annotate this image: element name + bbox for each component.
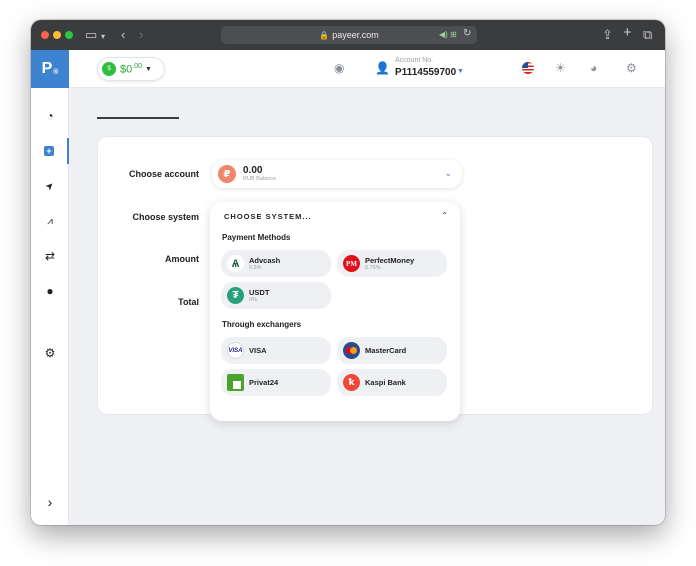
close-window-button[interactable] bbox=[41, 31, 49, 39]
mastercard-icon bbox=[343, 342, 360, 359]
sidebar-item-settings[interactable]: ⚙ bbox=[31, 340, 69, 366]
deposit-icon: + bbox=[44, 146, 54, 156]
choose-system-select[interactable]: CHOOSE SYSTEM... bbox=[224, 212, 312, 221]
app-header: $ $0.00 ▼ ◉ 👤 Account No. P1114559700 ▼ … bbox=[69, 50, 665, 88]
chevron-down-icon: ▼ bbox=[144, 65, 152, 73]
chevron-up-icon[interactable]: ⌃ bbox=[441, 211, 448, 220]
advcash-icon: Ѧ bbox=[227, 255, 244, 272]
user-icon: 👤 bbox=[375, 61, 390, 75]
settings-gears-icon: ⚙ bbox=[44, 346, 56, 360]
option-fee: 0.5% bbox=[249, 265, 262, 271]
account-selector[interactable]: 👤 Account No. P1114559700 ▼ bbox=[375, 55, 465, 83]
privat24-icon bbox=[227, 374, 244, 391]
history-icon: ● bbox=[46, 284, 54, 298]
currency-dot-icon: $ bbox=[102, 62, 116, 76]
option-privat24[interactable]: Privat24 bbox=[221, 369, 331, 396]
option-name: VISA bbox=[249, 346, 267, 355]
visa-icon: VISA bbox=[227, 342, 244, 359]
account-dropdown[interactable]: ₽ 0.00 RUB Balance ⌄ bbox=[212, 160, 462, 188]
amount-label: Amount bbox=[165, 254, 199, 264]
perfectmoney-icon: PM bbox=[343, 255, 360, 272]
expand-icon: › bbox=[47, 494, 53, 510]
tab-overview-icon[interactable]: ⧉ bbox=[643, 27, 652, 43]
sidebar-menu-chevron-icon[interactable]: ▾ bbox=[101, 29, 105, 45]
choose-system-label: Choose system bbox=[132, 212, 199, 222]
sidebar-item-deposit[interactable]: + bbox=[31, 138, 69, 164]
sidebar-item-dashboard[interactable]: ◔ bbox=[31, 103, 69, 129]
new-tab-icon[interactable]: + bbox=[623, 25, 632, 41]
browser-titlebar: ▭ ▾ ‹ › 🔒 payeer.com ◀) ⊞ ↻ ⇪ + ⧉ bbox=[31, 20, 665, 50]
gauge-icon: ◔ bbox=[46, 109, 54, 123]
account-label: Account No. bbox=[395, 57, 434, 64]
exchange-icon: ⇄ bbox=[44, 249, 56, 263]
sidebar-item-trading[interactable]: ⩘ bbox=[31, 208, 69, 234]
forward-icon[interactable]: › bbox=[139, 27, 143, 43]
account-balance-subtitle: RUB Balance bbox=[243, 176, 277, 182]
browser-window: ▭ ▾ ‹ › 🔒 payeer.com ◀) ⊞ ↻ ⇪ + ⧉ P ® ◔ +… bbox=[31, 20, 665, 525]
theme-sun-icon[interactable]: ☀ bbox=[555, 61, 566, 75]
logo-letter: P bbox=[41, 60, 53, 77]
option-usdt[interactable]: ₮ USDT 0% bbox=[221, 282, 331, 309]
support-icon[interactable]: ◕ bbox=[590, 61, 597, 75]
balance-selector[interactable]: $ $0.00 ▼ bbox=[97, 57, 165, 81]
option-name: Advcash bbox=[249, 256, 281, 265]
account-number: P1114559700 bbox=[395, 67, 457, 78]
reload-icon[interactable]: ↻ bbox=[463, 28, 471, 39]
exchangers-title: Through exchangers bbox=[222, 320, 302, 329]
logo-mark: ® bbox=[53, 68, 59, 76]
option-name: Kaspi Bank bbox=[365, 378, 406, 387]
balance-amount: $0.00 bbox=[120, 62, 142, 76]
active-tab-underline bbox=[97, 117, 179, 119]
lock-icon: 🔒 bbox=[319, 30, 330, 40]
option-name: MasterCard bbox=[365, 346, 407, 355]
sidebar-item-history[interactable]: ● bbox=[31, 278, 69, 304]
share-icon[interactable]: ⇪ bbox=[602, 27, 613, 43]
payment-methods-title: Payment Methods bbox=[222, 233, 291, 242]
option-mastercard[interactable]: MasterCard bbox=[337, 337, 447, 364]
sidebar: P ® ◔ + ➤ ⩘ ⇄ ● ⚙ › bbox=[31, 50, 69, 525]
kaspi-icon: ꝁ bbox=[343, 374, 360, 391]
audio-translate-icon[interactable]: ◀) ⊞ bbox=[439, 30, 457, 39]
choose-system-dropdown: CHOOSE SYSTEM... ⌃ Payment Methods Ѧ Adv… bbox=[210, 202, 460, 421]
sidebar-toggle-icon[interactable]: ▭ bbox=[85, 27, 97, 43]
option-name: USDT bbox=[249, 288, 270, 297]
sidebar-item-exchange[interactable]: ⇄ bbox=[31, 243, 69, 269]
chevron-down-icon: ▼ bbox=[457, 68, 464, 75]
us-flag-icon[interactable] bbox=[522, 62, 534, 74]
chevron-down-icon: ⌄ bbox=[444, 168, 452, 178]
total-label: Total bbox=[178, 297, 199, 307]
choose-account-label: Choose account bbox=[128, 169, 199, 179]
notifications-icon[interactable]: ◉ bbox=[334, 61, 344, 75]
account-balance: 0.00 bbox=[243, 165, 263, 176]
zoom-window-button[interactable] bbox=[65, 31, 73, 39]
option-advcash[interactable]: Ѧ Advcash 0.5% bbox=[221, 250, 331, 277]
usdt-icon: ₮ bbox=[227, 287, 244, 304]
back-icon[interactable]: ‹ bbox=[121, 27, 125, 43]
option-kaspi[interactable]: ꝁ Kaspi Bank bbox=[337, 369, 447, 396]
payeer-logo[interactable]: P ® bbox=[31, 50, 69, 88]
sidebar-item-send[interactable]: ➤ bbox=[31, 173, 69, 199]
settings-icon[interactable]: ⚙ bbox=[626, 61, 637, 75]
option-fee: 6.75% bbox=[365, 265, 381, 271]
url-text: payeer.com bbox=[332, 30, 379, 40]
option-perfectmoney[interactable]: PM PerfectMoney 6.75% bbox=[337, 250, 447, 277]
sidebar-expand-button[interactable]: › bbox=[31, 489, 69, 515]
chart-icon: ⩘ bbox=[47, 215, 53, 227]
option-fee: 0% bbox=[249, 297, 257, 303]
option-visa[interactable]: VISA VISA bbox=[221, 337, 331, 364]
send-icon: ➤ bbox=[43, 179, 57, 193]
minimize-window-button[interactable] bbox=[53, 31, 61, 39]
option-name: Privat24 bbox=[249, 378, 279, 387]
ruble-icon: ₽ bbox=[218, 165, 236, 183]
option-name: PerfectMoney bbox=[365, 256, 415, 265]
